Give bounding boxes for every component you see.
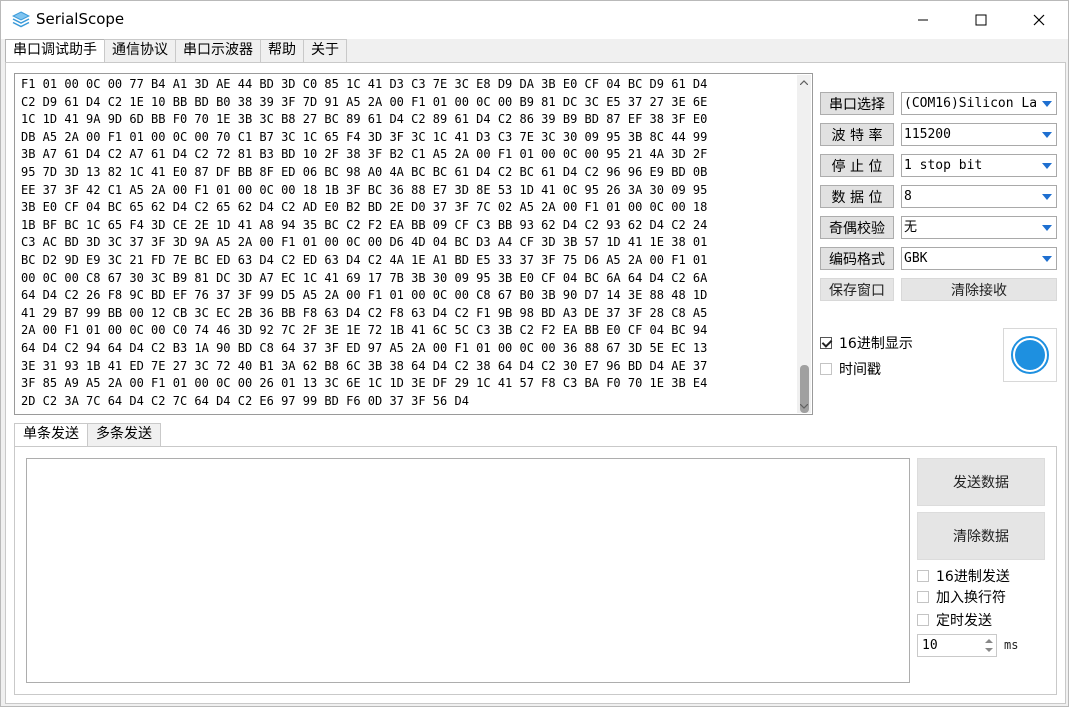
close-icon	[1033, 14, 1045, 26]
port-value: (COM16)Silicon La	[904, 96, 1038, 111]
spin-arrows-icon[interactable]	[984, 637, 994, 654]
send-textarea[interactable]	[26, 458, 910, 683]
baud-label: 波 特 率	[820, 123, 894, 146]
save-window-button[interactable]: 保存窗口	[820, 278, 894, 301]
chevron-down-icon	[1042, 163, 1052, 169]
tab-protocol[interactable]: 通信协议	[104, 39, 176, 62]
interval-spinbox[interactable]: 10	[917, 634, 997, 657]
maximize-icon	[975, 14, 987, 26]
timestamp-label: 时间戳	[839, 362, 881, 378]
window-title: SerialScope	[36, 10, 125, 28]
data-bits-combo[interactable]: 8	[901, 185, 1057, 208]
clear-receive-button[interactable]: 清除接收	[901, 278, 1057, 301]
scroll-down-arrow-icon[interactable]	[797, 399, 811, 413]
checkbox-checked-icon[interactable]	[820, 337, 832, 349]
clear-data-button[interactable]: 清除数据	[917, 512, 1045, 560]
port-select-button[interactable]: 串口选择	[820, 92, 894, 115]
add-newline-checkbox[interactable]: 加入换行符	[917, 587, 1006, 607]
chevron-down-icon	[1042, 194, 1052, 200]
chevron-down-icon	[1042, 101, 1052, 107]
maximize-button[interactable]	[952, 1, 1010, 39]
send-data-button[interactable]: 发送数据	[917, 458, 1045, 506]
timed-send-label: 定时发送	[936, 613, 992, 629]
tab-serial-assistant[interactable]: 串口调试助手	[5, 39, 105, 63]
main-tabs: 串口调试助手 通信协议 串口示波器 帮助 关于	[5, 39, 347, 63]
add-newline-label: 加入换行符	[936, 590, 1006, 606]
chevron-down-icon	[1042, 225, 1052, 231]
interval-unit-label: ms	[1004, 638, 1019, 652]
port-combo[interactable]: (COM16)Silicon La	[901, 92, 1057, 115]
encoding-label: 编码格式	[820, 247, 894, 270]
hex-display-checkbox[interactable]: 16进制显示	[820, 333, 913, 353]
timed-send-checkbox[interactable]: 定时发送	[917, 610, 992, 630]
close-button[interactable]	[1010, 1, 1068, 39]
interval-value: 10	[922, 638, 938, 653]
connection-status-icon	[1011, 336, 1049, 374]
tab-help[interactable]: 帮助	[260, 39, 304, 62]
tab-oscilloscope[interactable]: 串口示波器	[175, 39, 261, 62]
chevron-down-icon	[1042, 256, 1052, 262]
timestamp-checkbox[interactable]: 时间戳	[820, 359, 881, 379]
encoding-value: GBK	[904, 251, 928, 266]
connection-status[interactable]	[1003, 328, 1057, 382]
app-window: SerialScope 串口调试助手 通信协议 串口示波器 帮助 关于 F1 0…	[0, 0, 1069, 707]
send-tabs: 单条发送 多条发送	[14, 423, 161, 447]
checkbox-icon[interactable]	[820, 363, 832, 375]
hex-display-label: 16进制显示	[839, 336, 913, 352]
stop-bits-value: 1 stop bit	[904, 158, 983, 173]
stop-bits-combo[interactable]: 1 stop bit	[901, 154, 1057, 177]
tab-single-send[interactable]: 单条发送	[14, 423, 88, 447]
hex-send-label: 16进制发送	[936, 569, 1010, 585]
stop-bits-label: 停 止 位	[820, 154, 894, 177]
data-bits-label: 数 据 位	[820, 185, 894, 208]
minimize-button[interactable]	[894, 1, 952, 39]
encoding-combo[interactable]: GBK	[901, 247, 1057, 270]
parity-label: 奇偶校验	[820, 216, 894, 239]
hex-send-checkbox[interactable]: 16进制发送	[917, 566, 1010, 586]
app-logo-icon	[11, 11, 31, 29]
receive-scrollbar[interactable]	[797, 75, 811, 413]
baud-combo[interactable]: 115200	[901, 123, 1057, 146]
data-bits-value: 8	[904, 189, 912, 204]
checkbox-icon[interactable]	[917, 614, 929, 626]
receive-textarea[interactable]: F1 01 00 0C 00 77 B4 A1 3D AE 44 BD 3D C…	[14, 73, 813, 415]
tab-multi-send[interactable]: 多条发送	[87, 423, 161, 446]
scroll-up-arrow-icon[interactable]	[797, 75, 811, 89]
title-bar: SerialScope	[1, 1, 1068, 39]
receive-text: F1 01 00 0C 00 77 B4 A1 3D AE 44 BD 3D C…	[21, 77, 708, 408]
minimize-icon	[918, 19, 928, 21]
tab-about[interactable]: 关于	[303, 39, 347, 62]
baud-value: 115200	[904, 127, 951, 142]
parity-combo[interactable]: 无	[901, 216, 1057, 239]
checkbox-icon[interactable]	[917, 591, 929, 603]
checkbox-icon[interactable]	[917, 570, 929, 582]
chevron-down-icon	[1042, 132, 1052, 138]
parity-value: 无	[904, 220, 918, 235]
